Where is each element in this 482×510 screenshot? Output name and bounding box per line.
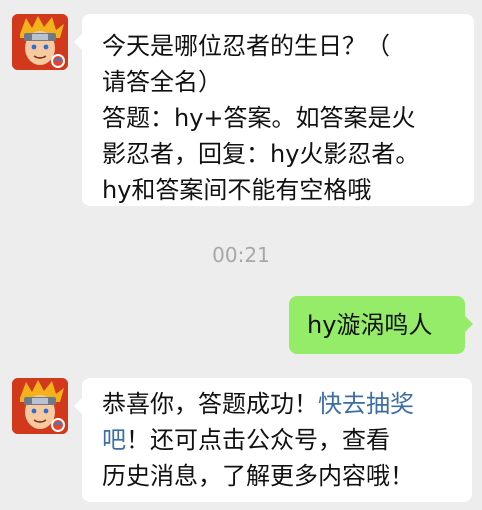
bot-avatar[interactable]	[12, 14, 68, 70]
message-text: ！还可点击公众号，查看	[126, 426, 390, 454]
message-bubble-answer[interactable]: hy漩涡鸣人	[289, 296, 473, 354]
message-text: 恭喜你，答题成功！	[102, 390, 318, 418]
message-timestamp: 00:21	[212, 243, 270, 267]
bot-avatar[interactable]	[12, 378, 68, 434]
message-line: 吧！还可点击公众号，查看	[102, 422, 464, 458]
naruto-avatar-icon	[12, 378, 68, 434]
message-bubble-result[interactable]: 恭喜你，答题成功！快去抽奖 吧！还可点击公众号，查看 历史消息，了解更多内容哦！	[74, 378, 472, 502]
message-line: 恭喜你，答题成功！快去抽奖	[102, 386, 464, 422]
message-line: 历史消息，了解更多内容哦！	[102, 462, 414, 490]
message-line: 答题：hy+答案。如答案是火	[102, 104, 416, 132]
naruto-avatar-icon	[12, 14, 68, 70]
message-line: hy和答案间不能有空格哦	[102, 176, 372, 204]
message-bubble-question[interactable]: 今天是哪位忍者的生日？（ 请答全名） 答题：hy+答案。如答案是火 影忍者，回复…	[74, 14, 474, 206]
message-line: 影忍者，回复：hy火影忍者。	[102, 140, 420, 168]
lottery-link[interactable]: 吧	[102, 426, 126, 454]
message-line: 请答全名）	[102, 68, 222, 96]
message-text: hy漩涡鸣人	[307, 311, 433, 339]
message-line: 今天是哪位忍者的生日？（	[102, 32, 390, 60]
lottery-link[interactable]: 快去抽奖	[318, 390, 414, 418]
